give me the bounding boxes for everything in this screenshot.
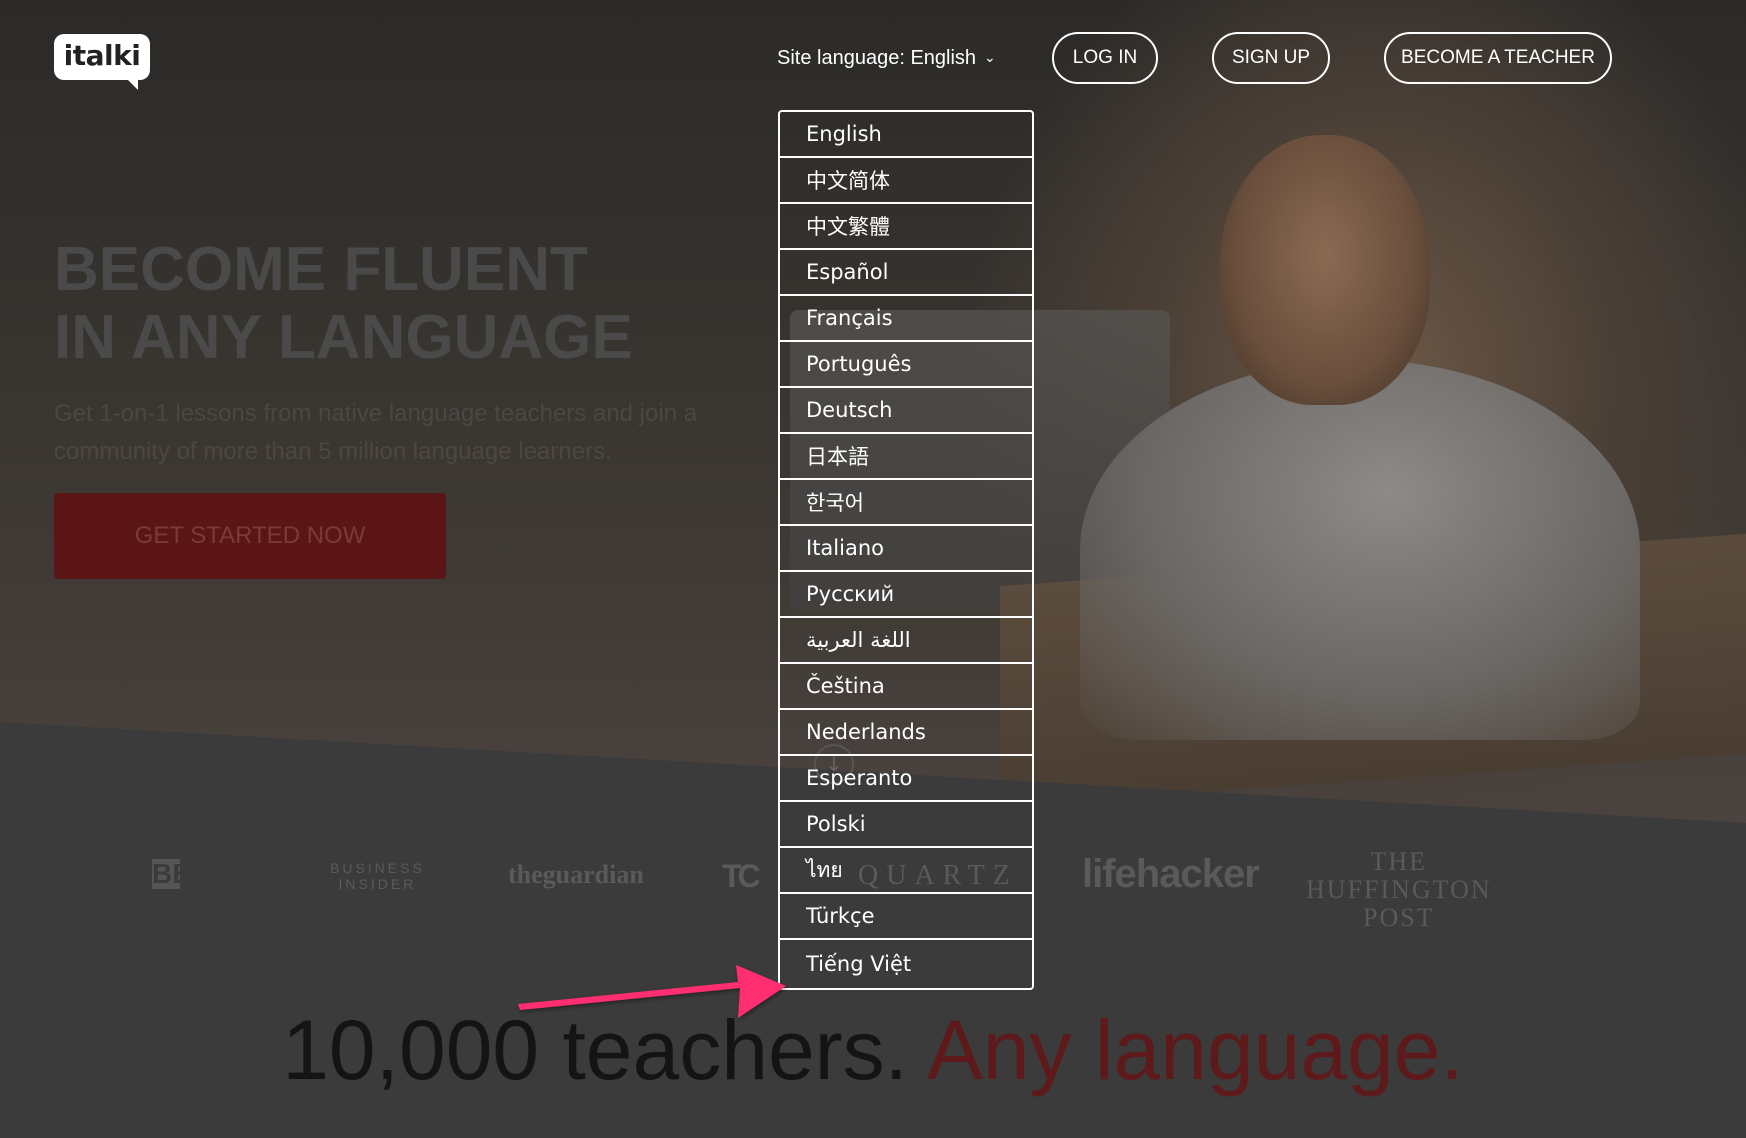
huffpost-line3: POST bbox=[1363, 903, 1435, 932]
techcrunch-logo: TC bbox=[722, 858, 761, 894]
signup-button[interactable]: SIGN UP bbox=[1212, 32, 1330, 84]
business-insider-logo: BUSINESS INSIDER bbox=[330, 860, 425, 892]
language-option[interactable]: English bbox=[780, 112, 1032, 158]
language-dropdown-menu: English 中文简体 中文繁體 Español Français Português D… bbox=[778, 110, 1034, 990]
language-option[interactable]: Русский bbox=[780, 572, 1032, 618]
language-option[interactable]: 中文简体 bbox=[780, 158, 1032, 204]
tagline: 10,000 teachers. Any language. bbox=[0, 1005, 1746, 1095]
language-option[interactable]: Esperanto bbox=[780, 756, 1032, 802]
bbc-logo-text: BBC bbox=[152, 858, 213, 889]
site-language-label: Site language: English bbox=[777, 47, 977, 69]
hero-title-line1: BECOME FLUENT bbox=[54, 235, 588, 304]
bbc-logo: BBC bbox=[152, 858, 213, 890]
language-option[interactable]: Italiano bbox=[780, 526, 1032, 572]
hero-title: BECOME FLUENT IN ANY LANGUAGE bbox=[54, 236, 633, 372]
huffpost-line2: HUFFINGTON bbox=[1306, 875, 1492, 904]
hero-title-line2: IN ANY LANGUAGE bbox=[54, 303, 633, 372]
business-insider-line1: BUSINESS bbox=[330, 860, 425, 876]
tagline-accent: Any language. bbox=[926, 1003, 1464, 1097]
guardian-logo: theguardian bbox=[508, 860, 644, 889]
huffington-post-logo: THE HUFFINGTON POST bbox=[1306, 848, 1492, 932]
person-head-image bbox=[1220, 135, 1430, 405]
language-option[interactable]: Polski bbox=[780, 802, 1032, 848]
get-started-button[interactable]: GET STARTED NOW bbox=[54, 493, 446, 579]
huffpost-line1: THE bbox=[1370, 847, 1428, 876]
become-teacher-button[interactable]: BECOME A TEACHER bbox=[1384, 32, 1612, 84]
language-option[interactable]: Čeština bbox=[780, 664, 1032, 710]
business-insider-line2: INSIDER bbox=[338, 876, 417, 892]
language-option[interactable]: Português bbox=[780, 342, 1032, 388]
language-option[interactable]: Deutsch bbox=[780, 388, 1032, 434]
language-option[interactable]: Nederlands bbox=[780, 710, 1032, 756]
lifehacker-logo: lifehacker bbox=[1082, 852, 1260, 896]
language-option[interactable]: اللغة العربية bbox=[780, 618, 1032, 664]
language-option[interactable]: Tiếng Việt bbox=[780, 940, 1032, 988]
site-language-selector[interactable]: Site language: English ⌄ bbox=[777, 47, 996, 70]
person-body-image bbox=[1080, 360, 1640, 740]
hero-subtitle: Get 1-on-1 lessons from native language … bbox=[54, 400, 698, 465]
italki-logo[interactable]: italki bbox=[54, 34, 150, 90]
language-option[interactable]: 中文繁體 bbox=[780, 204, 1032, 250]
login-button[interactable]: LOG IN bbox=[1052, 32, 1158, 84]
language-option[interactable]: ไทย bbox=[780, 848, 1032, 894]
language-option[interactable]: Türkçe bbox=[780, 894, 1032, 940]
tagline-main: 10,000 teachers. bbox=[282, 1003, 927, 1097]
language-option[interactable]: 한국어 bbox=[780, 480, 1032, 526]
language-option[interactable]: Español bbox=[780, 250, 1032, 296]
language-option[interactable]: Français bbox=[780, 296, 1032, 342]
chevron-down-icon: ⌄ bbox=[984, 49, 996, 65]
language-option[interactable]: 日本語 bbox=[780, 434, 1032, 480]
